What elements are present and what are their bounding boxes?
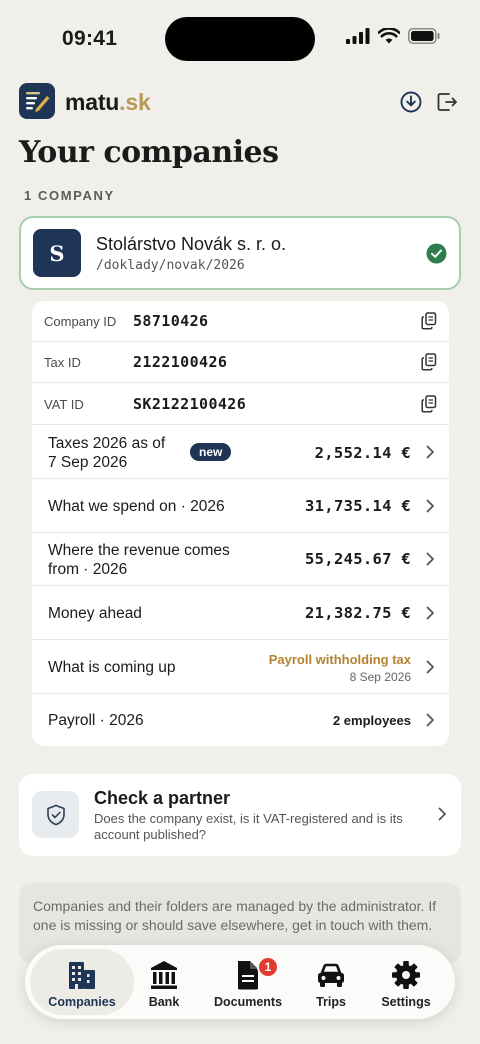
payroll-label: Payroll · 2026	[48, 712, 144, 729]
company-count-label: 1 COMPANY	[24, 188, 115, 203]
chevron-right-icon	[426, 713, 434, 727]
wifi-icon	[378, 28, 400, 44]
status-icons	[346, 28, 440, 44]
bottom-tab-bar: Companies Bank 1 Documents Trips Setting…	[25, 945, 455, 1019]
chevron-right-icon	[426, 445, 434, 459]
upcoming-item-title: Payroll withholding tax	[268, 652, 411, 667]
status-time: 09:41	[62, 27, 118, 50]
vat-id-row: VAT ID SK2122100426	[32, 383, 449, 425]
company-name: Stolárstvo Novák s. r. o.	[96, 234, 287, 254]
taxes-row[interactable]: Taxes 2026 as of 7 Sep 2026 new 2,552.14…	[32, 425, 449, 479]
app-logo	[19, 83, 55, 119]
dynamic-island	[165, 17, 315, 61]
taxes-label-line1: Taxes 2026 as of	[48, 435, 166, 452]
status-bar: 09:41	[0, 0, 480, 78]
revenue-row[interactable]: Where the revenue comes from · 2026 55,2…	[32, 533, 449, 586]
tab-documents-label: Documents	[213, 995, 283, 1009]
spend-amount: 31,735.14 €	[305, 497, 411, 515]
tab-trips[interactable]: Trips	[304, 949, 358, 1015]
company-id-label: Company ID	[44, 314, 117, 329]
bank-icon	[151, 961, 177, 989]
spend-label: What we spend on · 2026	[48, 498, 225, 515]
spend-row[interactable]: What we spend on · 2026 31,735.14 €	[32, 479, 449, 533]
revenue-amount: 55,245.67 €	[305, 550, 411, 568]
tab-settings[interactable]: Settings	[373, 949, 439, 1015]
copy-icon[interactable]	[421, 395, 437, 413]
tab-bank-label: Bank	[148, 995, 180, 1009]
tab-companies[interactable]: Companies	[30, 949, 134, 1015]
upcoming-item-date: 8 Sep 2026	[349, 670, 411, 684]
vat-id-value: SK2122100426	[133, 395, 247, 413]
chevron-right-icon	[438, 807, 446, 821]
shield-check-icon	[46, 804, 65, 825]
payroll-employees: 2 employees	[332, 713, 411, 728]
brand-name: matu.sk	[65, 89, 151, 116]
tax-id-value: 2122100426	[133, 353, 228, 371]
signal-icon	[346, 28, 370, 44]
new-badge: new	[190, 443, 232, 461]
company-id-row: Company ID 58710426	[32, 301, 449, 342]
company-details: Company ID 58710426 Tax ID 2122100426 VA…	[32, 301, 449, 746]
documents-badge: 1	[257, 956, 279, 978]
money-ahead-label: Money ahead	[48, 605, 142, 622]
gear-icon	[392, 961, 420, 989]
copy-icon[interactable]	[421, 312, 437, 330]
revenue-label: Where the revenue comes from · 2026	[48, 541, 230, 579]
brand-main: matu	[65, 89, 120, 115]
upcoming-row[interactable]: What is coming up Payroll withholding ta…	[32, 640, 449, 694]
company-folder-path: /doklady/novak/2026	[96, 258, 245, 273]
money-ahead-row[interactable]: Money ahead 21,382.75 €	[32, 586, 449, 640]
tab-companies-label: Companies	[48, 995, 116, 1009]
upcoming-label: What is coming up	[48, 659, 176, 676]
taxes-amount: 2,552.14 €	[314, 444, 411, 462]
revenue-label-line1: Where the revenue comes	[48, 542, 230, 559]
selected-check-icon	[426, 243, 447, 264]
company-id-value: 58710426	[133, 312, 209, 330]
app-header: matu.sk	[19, 83, 461, 121]
brand-tld: .sk	[119, 89, 151, 115]
taxes-label: Taxes 2026 as of 7 Sep 2026	[48, 434, 165, 472]
taxes-label-line2: 7 Sep 2026	[48, 454, 128, 471]
tab-settings-label: Settings	[381, 995, 431, 1009]
chevron-right-icon	[426, 499, 434, 513]
buildings-icon	[69, 962, 95, 989]
download-button[interactable]	[399, 90, 423, 114]
tax-id-label: Tax ID	[44, 355, 81, 370]
download-icon	[400, 91, 422, 113]
company-card[interactable]: S Stolárstvo Novák s. r. o. /doklady/nov…	[19, 216, 461, 290]
page-title: Your companies	[19, 135, 279, 170]
chevron-right-icon	[426, 660, 434, 674]
partner-icon-tile	[32, 791, 79, 838]
battery-icon	[408, 28, 440, 44]
payroll-row[interactable]: Payroll · 2026 2 employees	[32, 694, 449, 746]
logout-button[interactable]	[435, 90, 459, 114]
tax-id-row: Tax ID 2122100426	[32, 342, 449, 383]
tab-documents[interactable]: 1 Documents	[208, 949, 288, 1015]
chevron-right-icon	[426, 552, 434, 566]
copy-icon[interactable]	[421, 353, 437, 371]
check-partner-title: Check a partner	[94, 788, 231, 808]
revenue-label-line2: from · 2026	[48, 561, 128, 578]
vat-id-label: VAT ID	[44, 397, 84, 412]
tab-bank[interactable]: Bank	[138, 949, 190, 1015]
car-icon	[318, 963, 344, 987]
logout-icon	[437, 93, 457, 111]
tab-trips-label: Trips	[316, 995, 346, 1009]
money-ahead-amount: 21,382.75 €	[305, 604, 411, 622]
check-partner-card[interactable]: Check a partner Does the company exist, …	[19, 774, 461, 856]
chevron-right-icon	[426, 606, 434, 620]
check-partner-description: Does the company exist, is it VAT-regist…	[94, 811, 403, 842]
logo-icon	[26, 92, 50, 112]
company-avatar: S	[33, 229, 81, 277]
